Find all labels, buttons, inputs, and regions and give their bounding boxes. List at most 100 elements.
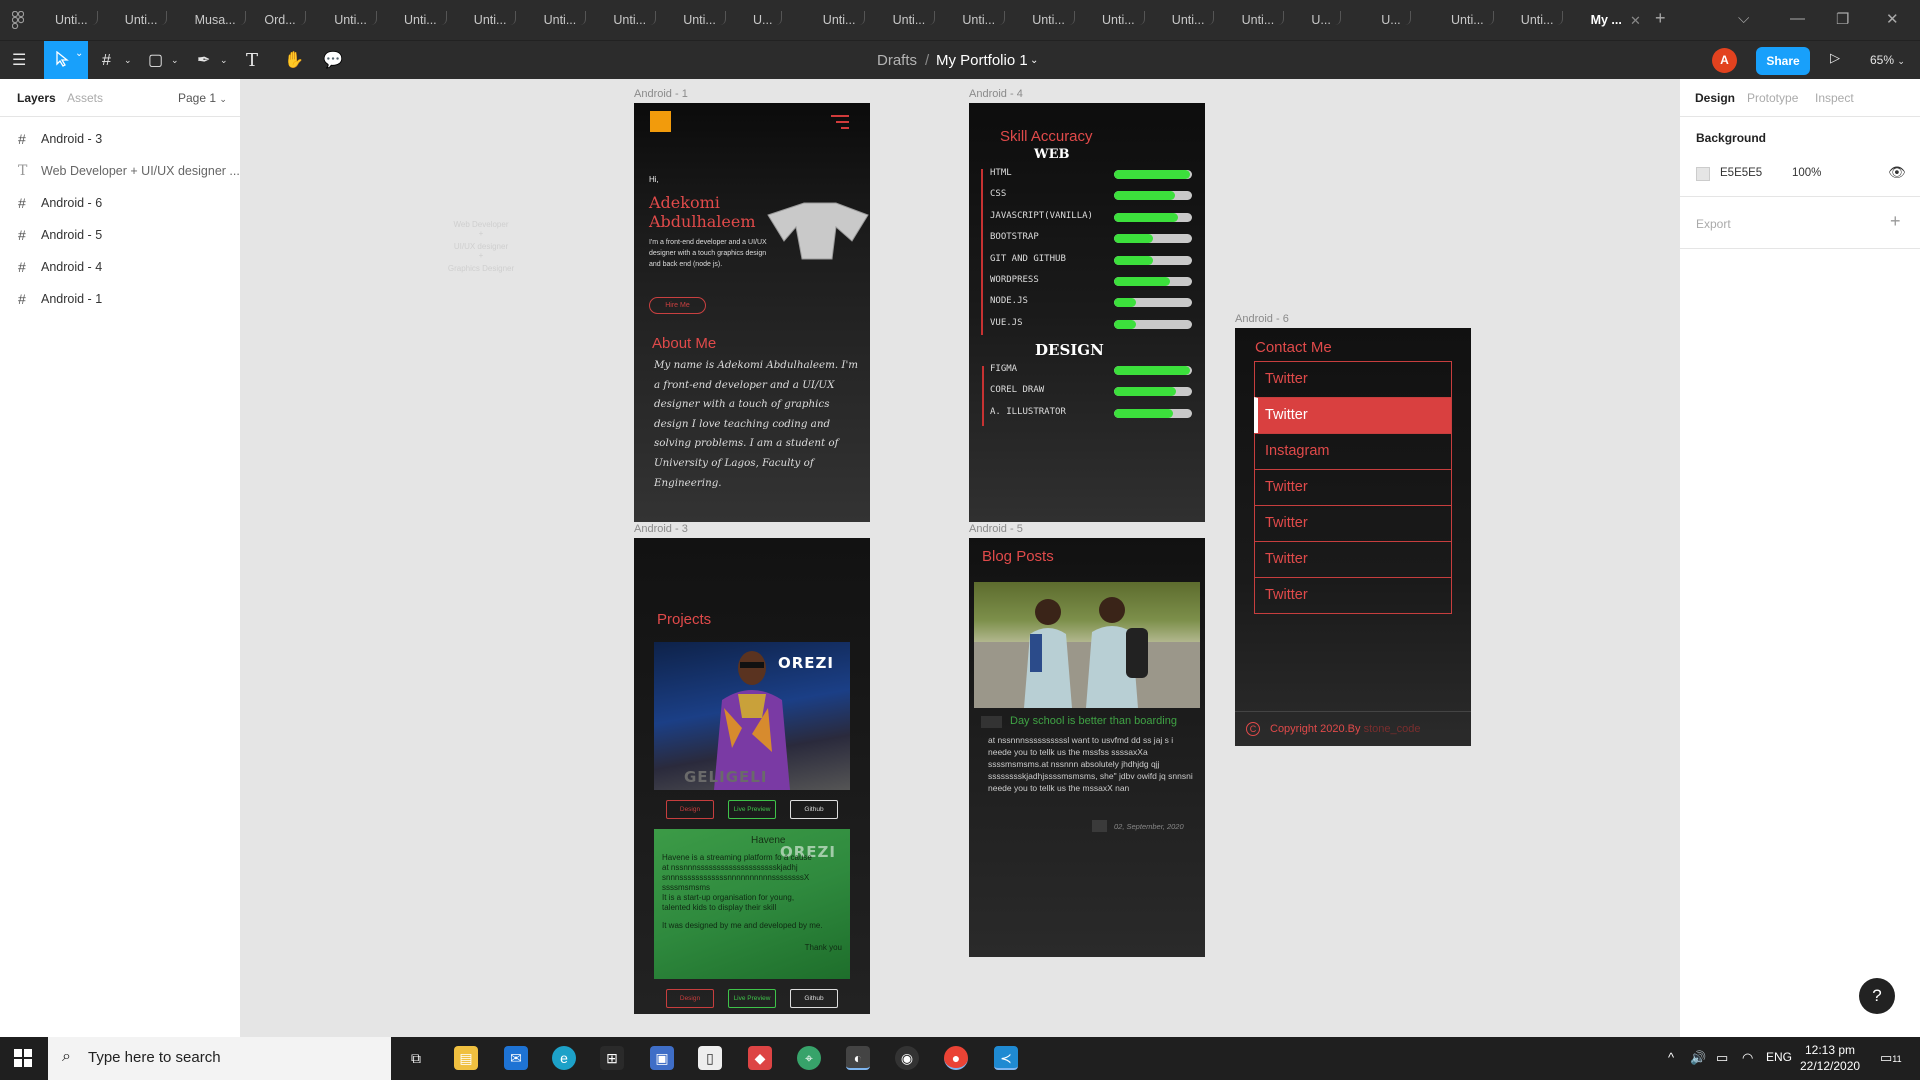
browser-tab[interactable]: Musa... [195, 6, 246, 34]
frame-label-android-5[interactable]: Android - 5 [969, 523, 1023, 535]
layer-row[interactable]: # Android - 6 [0, 187, 241, 219]
frame-android-3[interactable]: Projects OREZI GELIGELI Design Live Prev… [634, 538, 870, 1014]
background-hex-input[interactable]: E5E5E5 [1720, 167, 1762, 179]
frame-android-4[interactable]: Skill Accuracy WEB HTML CSS JAVASCRIPT(VAN… [969, 103, 1205, 522]
figma-taskbar-icon[interactable]: ◐ [846, 1046, 870, 1070]
tab-assets[interactable]: Assets [67, 91, 103, 105]
design-canvas[interactable]: Web Developer + UI/UX designer + Graphic… [241, 79, 1679, 1037]
notepad-icon[interactable]: ▯ [698, 1046, 722, 1070]
breadcrumb-drafts[interactable]: Drafts [877, 41, 917, 80]
browser-tab[interactable]: Unti... [683, 6, 726, 34]
vscode-icon[interactable]: ≺ [994, 1046, 1018, 1070]
layer-row[interactable]: # Android - 4 [0, 251, 241, 283]
avatar[interactable]: A [1712, 48, 1737, 73]
volume-icon[interactable]: 🔊 [1690, 1050, 1706, 1066]
chevron-down-icon[interactable]: ⌄ [75, 48, 83, 59]
layer-row[interactable]: # Android - 1 [0, 283, 241, 315]
browser-tab[interactable]: Unti... [823, 6, 866, 34]
chevron-down-icon[interactable]: ⌄ [171, 41, 179, 80]
tab-prototype[interactable]: Prototype [1747, 91, 1798, 105]
browser-tab[interactable]: Unti... [893, 6, 936, 34]
browser-tab[interactable]: U... [753, 6, 783, 34]
page-selector[interactable]: Page 1 ⌄ [178, 91, 227, 105]
close-tab-icon[interactable]: ✕ [1630, 13, 1641, 29]
battery-icon[interactable]: ▭ [1716, 1050, 1728, 1066]
browser-tab[interactable]: Unti... [125, 6, 168, 34]
browser-tab[interactable]: Unti... [544, 6, 587, 34]
notification-center-icon[interactable]: ▭11 [1880, 1050, 1902, 1066]
frame-label-android-1[interactable]: Android - 1 [634, 88, 688, 100]
layer-row[interactable]: T Web Developer + UI/UX designer ... [0, 155, 241, 187]
tab-list-chevron-icon[interactable]: ⌵ [1738, 10, 1749, 27]
pen-tool-icon[interactable]: ✒ [197, 41, 210, 80]
help-button[interactable]: ? [1859, 978, 1895, 1014]
mail-icon[interactable]: ✉ [504, 1046, 528, 1070]
main-menu-icon[interactable]: ☰ [12, 41, 26, 80]
move-tool-button[interactable]: ⌄ [44, 41, 88, 80]
browser-tab[interactable]: Unti... [962, 6, 1006, 34]
tab-layers[interactable]: Layers [17, 91, 56, 105]
background-swatch[interactable] [1696, 167, 1710, 181]
frame-android-6[interactable]: Contact Me Twitter Twitter Instagram Twitte… [1235, 328, 1471, 746]
store-icon[interactable]: ⊞ [600, 1046, 624, 1070]
add-export-icon[interactable]: + [1890, 211, 1901, 232]
clock[interactable]: 12:13 pm 22/12/2020 [1800, 1042, 1860, 1074]
remote-desktop-icon[interactable]: ▣ [650, 1046, 674, 1070]
browser-tab[interactable]: Unti... [1032, 6, 1075, 34]
browser-tab[interactable]: Unti... [404, 6, 447, 34]
browser-tab[interactable]: Ord... [264, 6, 306, 34]
taskbar-search-box[interactable]: ⌕ Type here to search [48, 1037, 391, 1080]
hand-tool-icon[interactable]: ✋ [284, 41, 304, 80]
rectangle-tool-icon[interactable]: ▢ [148, 41, 163, 80]
minimize-icon[interactable]: — [1790, 10, 1805, 27]
comment-tool-icon[interactable]: 💬 [323, 41, 343, 80]
browser-tab[interactable]: Unti... [334, 6, 377, 34]
chevron-down-icon[interactable]: ⌄ [124, 41, 132, 80]
frame-label-android-3[interactable]: Android - 3 [634, 523, 688, 535]
figma-menu-icon[interactable] [11, 10, 28, 30]
frame-label-android-6[interactable]: Android - 6 [1235, 313, 1289, 325]
browser-tab[interactable]: Unti... [1242, 6, 1285, 34]
text-tool-icon[interactable]: T [246, 41, 258, 80]
chrome-icon[interactable]: ● [944, 1046, 968, 1070]
task-view-icon[interactable]: ⧉ [404, 1046, 428, 1070]
browser-tab[interactable]: My ... [1591, 6, 1622, 34]
chevron-down-icon[interactable]: ⌄ [1030, 41, 1038, 80]
restore-icon[interactable]: ❐ [1836, 10, 1849, 28]
wifi-icon[interactable]: ◠ [1742, 1050, 1753, 1066]
eye-icon[interactable]: 👁 [1888, 164, 1906, 181]
media-player-icon[interactable]: ◉ [895, 1046, 919, 1070]
chevron-down-icon[interactable]: ⌄ [220, 41, 228, 80]
frame-label-android-4[interactable]: Android - 4 [969, 88, 1023, 100]
new-tab-icon[interactable]: + [1655, 8, 1666, 29]
share-button[interactable]: Share [1756, 47, 1810, 75]
maps-icon[interactable]: ⌖ [797, 1046, 821, 1070]
layer-row[interactable]: # Android - 5 [0, 219, 241, 251]
tray-chevron-icon[interactable]: ^ [1668, 1050, 1674, 1065]
zoom-dropdown[interactable]: 65% ⌄ [1870, 41, 1905, 81]
tab-design[interactable]: Design [1695, 91, 1735, 105]
browser-tab[interactable]: Unti... [474, 6, 517, 34]
tab-inspect[interactable]: Inspect [1815, 91, 1854, 105]
frame-android-5[interactable]: Blog Posts Day school is better than boa… [969, 538, 1205, 957]
browser-tab[interactable]: U... [1381, 6, 1411, 34]
layer-row[interactable]: # Android - 3 [0, 123, 241, 155]
browser-tab[interactable]: Unti... [1102, 6, 1145, 34]
browser-tab[interactable]: Unti... [613, 6, 657, 34]
git-client-icon[interactable]: ◆ [748, 1046, 772, 1070]
browser-tab[interactable]: Unti... [55, 6, 98, 34]
file-explorer-icon[interactable]: ▤ [454, 1046, 478, 1070]
close-window-icon[interactable]: ✕ [1886, 10, 1899, 28]
browser-tab[interactable]: U... [1311, 6, 1341, 34]
background-opacity-input[interactable]: 100% [1792, 167, 1821, 179]
windows-start-icon[interactable] [14, 1049, 32, 1067]
present-play-icon[interactable]: ▷ [1830, 50, 1840, 66]
browser-tab[interactable]: Unti... [1451, 6, 1494, 34]
browser-tab[interactable]: Unti... [1172, 6, 1215, 34]
browser-tab[interactable]: Unti... [1521, 6, 1564, 34]
frame-tool-icon[interactable]: # [102, 41, 111, 80]
ghost-text-layer[interactable]: Web Developer + UI/UX designer + Graphic… [441, 220, 521, 273]
file-name[interactable]: My Portfolio 1 [936, 41, 1028, 80]
language-indicator[interactable]: ENG [1766, 1050, 1792, 1064]
frame-android-1[interactable]: Hi, Adekomi Abdulhaleem I'm a front-end … [634, 103, 870, 522]
